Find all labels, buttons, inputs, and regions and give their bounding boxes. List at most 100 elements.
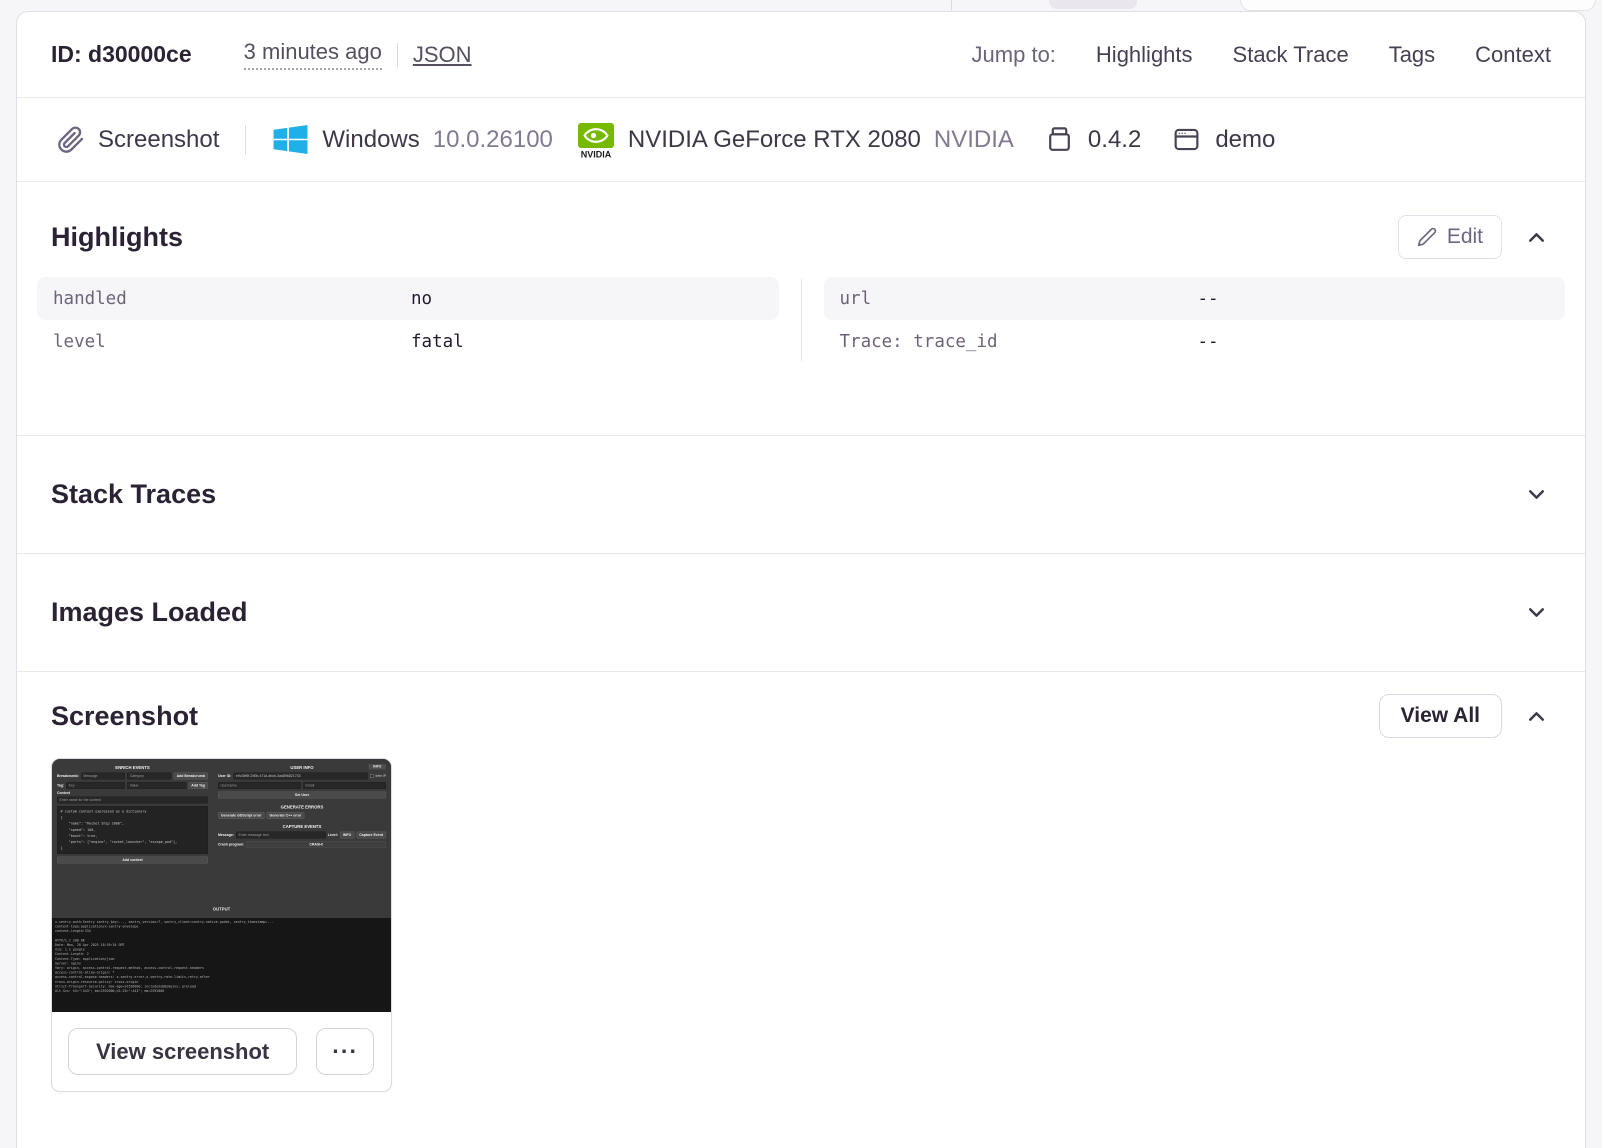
jump-link[interactable]: Highlights (1096, 42, 1193, 68)
highlights-left-column: handled no level fatal (37, 277, 779, 363)
pencil-icon (1417, 227, 1437, 247)
edit-highlights-button[interactable]: Edit (1397, 215, 1502, 259)
thumb-breadcrumb-message-input: Message (80, 772, 126, 780)
screenshot-title: Screenshot (51, 700, 199, 731)
highlight-key: url (839, 288, 872, 309)
thumb-generate-gdscript-button: Generate GDScript error (218, 812, 265, 819)
thumb-crash-button: CRASH! (246, 841, 386, 848)
thumb-infer-ip-checkbox (370, 774, 374, 778)
highlight-key: Trace: trace_id (839, 331, 998, 352)
chevron-down-icon (1529, 608, 1544, 617)
images-loaded-section: Images Loaded (17, 554, 1585, 671)
thumb-tag-value-input: Value (127, 782, 187, 789)
thumb-message-label: Message: (218, 833, 234, 837)
thumb-tag-key-input: Key (66, 782, 126, 789)
images-loaded-expand-button[interactable] (1522, 598, 1551, 627)
thumb-generate-cpp-button: Generate C++ error (266, 812, 305, 819)
thumb-email-input: Email (303, 782, 386, 789)
os-item: Windows 10.0.26100 (272, 121, 553, 158)
thumb-user-panel: USER INFO User ID: e9c35f9f-290b-471d-db… (218, 762, 386, 851)
thumb-generate-errors-title: GENERATE ERRORS (280, 804, 324, 810)
highlight-value: fatal (411, 331, 464, 352)
jump-link[interactable]: Context (1475, 42, 1551, 68)
attachment-label: Screenshot (98, 125, 220, 153)
edit-label: Edit (1446, 225, 1483, 248)
thumb-level-select: INFO (339, 831, 355, 839)
app-name: demo (1215, 125, 1276, 153)
thumb-set-user-button: Set User (218, 791, 386, 799)
screenshot-more-button[interactable]: ··· (316, 1028, 375, 1075)
screenshot-actions: View screenshot ··· (52, 1012, 391, 1091)
highlights-title: Highlights (51, 221, 183, 252)
thumb-crash-label: Crash program: (218, 842, 245, 847)
thumb-output-log: x-sentry-auth:Sentry sentry_key=..., sen… (52, 918, 391, 1012)
jump-link[interactable]: Stack Trace (1233, 42, 1349, 68)
stack-traces-section: Stack Traces (17, 436, 1585, 553)
view-screenshot-button[interactable]: View screenshot (68, 1028, 298, 1075)
screenshot-collapse-button[interactable] (1522, 702, 1551, 731)
highlight-row: url -- (823, 277, 1565, 320)
thumb-user-id-label: User ID: (218, 774, 232, 778)
release-item: 0.4.2 (1044, 124, 1141, 155)
gpu-name: NVIDIA GeForce RTX 2080 (627, 125, 921, 153)
thumb-level-label: Level: (327, 833, 338, 837)
thumb-infer-ip-label: Infer IP (375, 774, 386, 778)
stack-traces-expand-button[interactable] (1522, 480, 1551, 509)
os-version: 10.0.26100 (432, 125, 553, 153)
event-details-card: ID: d30000ce 3 minutes ago JSON Jump to:… (16, 11, 1586, 1148)
thumb-username-input: Username (218, 782, 301, 789)
thumb-context-label: Context (57, 791, 71, 796)
images-loaded-title: Images Loaded (51, 597, 248, 627)
gpu-item: NVIDIA NVIDIA GeForce RTX 2080 NVIDIA (577, 121, 1014, 159)
chevron-down-icon (1529, 490, 1544, 499)
highlights-collapse-button[interactable] (1522, 223, 1551, 252)
nvidia-logo-icon: NVIDIA (577, 122, 614, 159)
highlights-section: Highlights Edit handled no level fatal u… (17, 182, 1585, 435)
thumb-breadcrumb-label: Breadcrumb: (57, 774, 79, 778)
cropped-toolbar-pill (1049, 0, 1137, 9)
context-bar-divider (245, 124, 247, 155)
chevron-up-icon (1529, 232, 1544, 242)
highlights-grid: handled no level fatal url -- Trace: tra… (37, 277, 1565, 363)
highlight-key: level (53, 331, 106, 352)
thumb-log-line: Alt-Svc: h3=":443"; ma=2592000,h3-29=":4… (55, 989, 165, 994)
event-header: ID: d30000ce 3 minutes ago JSON Jump to:… (17, 12, 1585, 98)
browser-window-icon (1174, 128, 1199, 151)
os-name: Windows (322, 125, 420, 153)
thumb-capture-event-button: Capture Event (356, 831, 386, 839)
archive-box-icon (1049, 127, 1070, 151)
gpu-vendor: NVIDIA (933, 125, 1014, 153)
screenshot-thumbnail[interactable]: ENRICH EVENTS Breadcrumb: Message Catego… (52, 759, 391, 1012)
thumb-add-tag-button: Add Tag (188, 782, 208, 789)
thumb-enrich-title: ENRICH EVENTS (115, 765, 150, 770)
highlight-value: -- (1197, 331, 1219, 352)
event-context-bar: Screenshot Windows 10.0.26100 NVIDIA NVI… (17, 98, 1585, 182)
thumb-context-code: # custom context expressed as a dictiona… (57, 806, 208, 854)
highlight-key: handled (53, 288, 127, 309)
thumb-output-title: OUTPUT (212, 906, 231, 912)
windows-logo-icon (273, 125, 308, 154)
thumb-tag-label: Tag: (57, 783, 65, 788)
screenshot-thumbnail-content: ENRICH EVENTS Breadcrumb: Message Catego… (52, 759, 391, 1012)
screenshot-section: Screenshot View All ENRICH EVENTS Breadc… (17, 672, 1585, 1092)
view-all-button[interactable]: View All (1378, 694, 1502, 738)
highlight-row: level fatal (37, 320, 779, 363)
thumb-message-input: Enter message text (235, 831, 326, 839)
event-time-ago[interactable]: 3 minutes ago (243, 39, 382, 70)
attachment-item[interactable]: Screenshot (57, 126, 219, 154)
thumb-enrich-panel: ENRICH EVENTS Breadcrumb: Message Catego… (57, 762, 208, 864)
stack-traces-title: Stack Traces (51, 479, 217, 509)
jump-to-nav: Jump to: Highlights Stack Trace Tags Contex… (972, 42, 1551, 68)
highlight-value: no (411, 288, 433, 309)
screenshot-card: ENRICH EVENTS Breadcrumb: Message Catego… (51, 758, 392, 1092)
cropped-toolbar-divider (951, 0, 952, 10)
jump-to-label: Jump to: (971, 41, 1056, 67)
header-divider (396, 42, 398, 67)
thumb-user-title: USER INFO (290, 765, 314, 770)
json-link[interactable]: JSON (413, 42, 472, 68)
thumb-breadcrumb-category-input: Category (127, 772, 172, 780)
thumb-user-id-input: e9c35f9f-290b-471d-dbcb-3ad896821733 (233, 772, 369, 780)
jump-link[interactable]: Tags (1389, 42, 1435, 68)
highlight-row: Trace: trace_id -- (824, 320, 1566, 363)
highlights-right-column: url -- Trace: trace_id -- (823, 277, 1566, 363)
